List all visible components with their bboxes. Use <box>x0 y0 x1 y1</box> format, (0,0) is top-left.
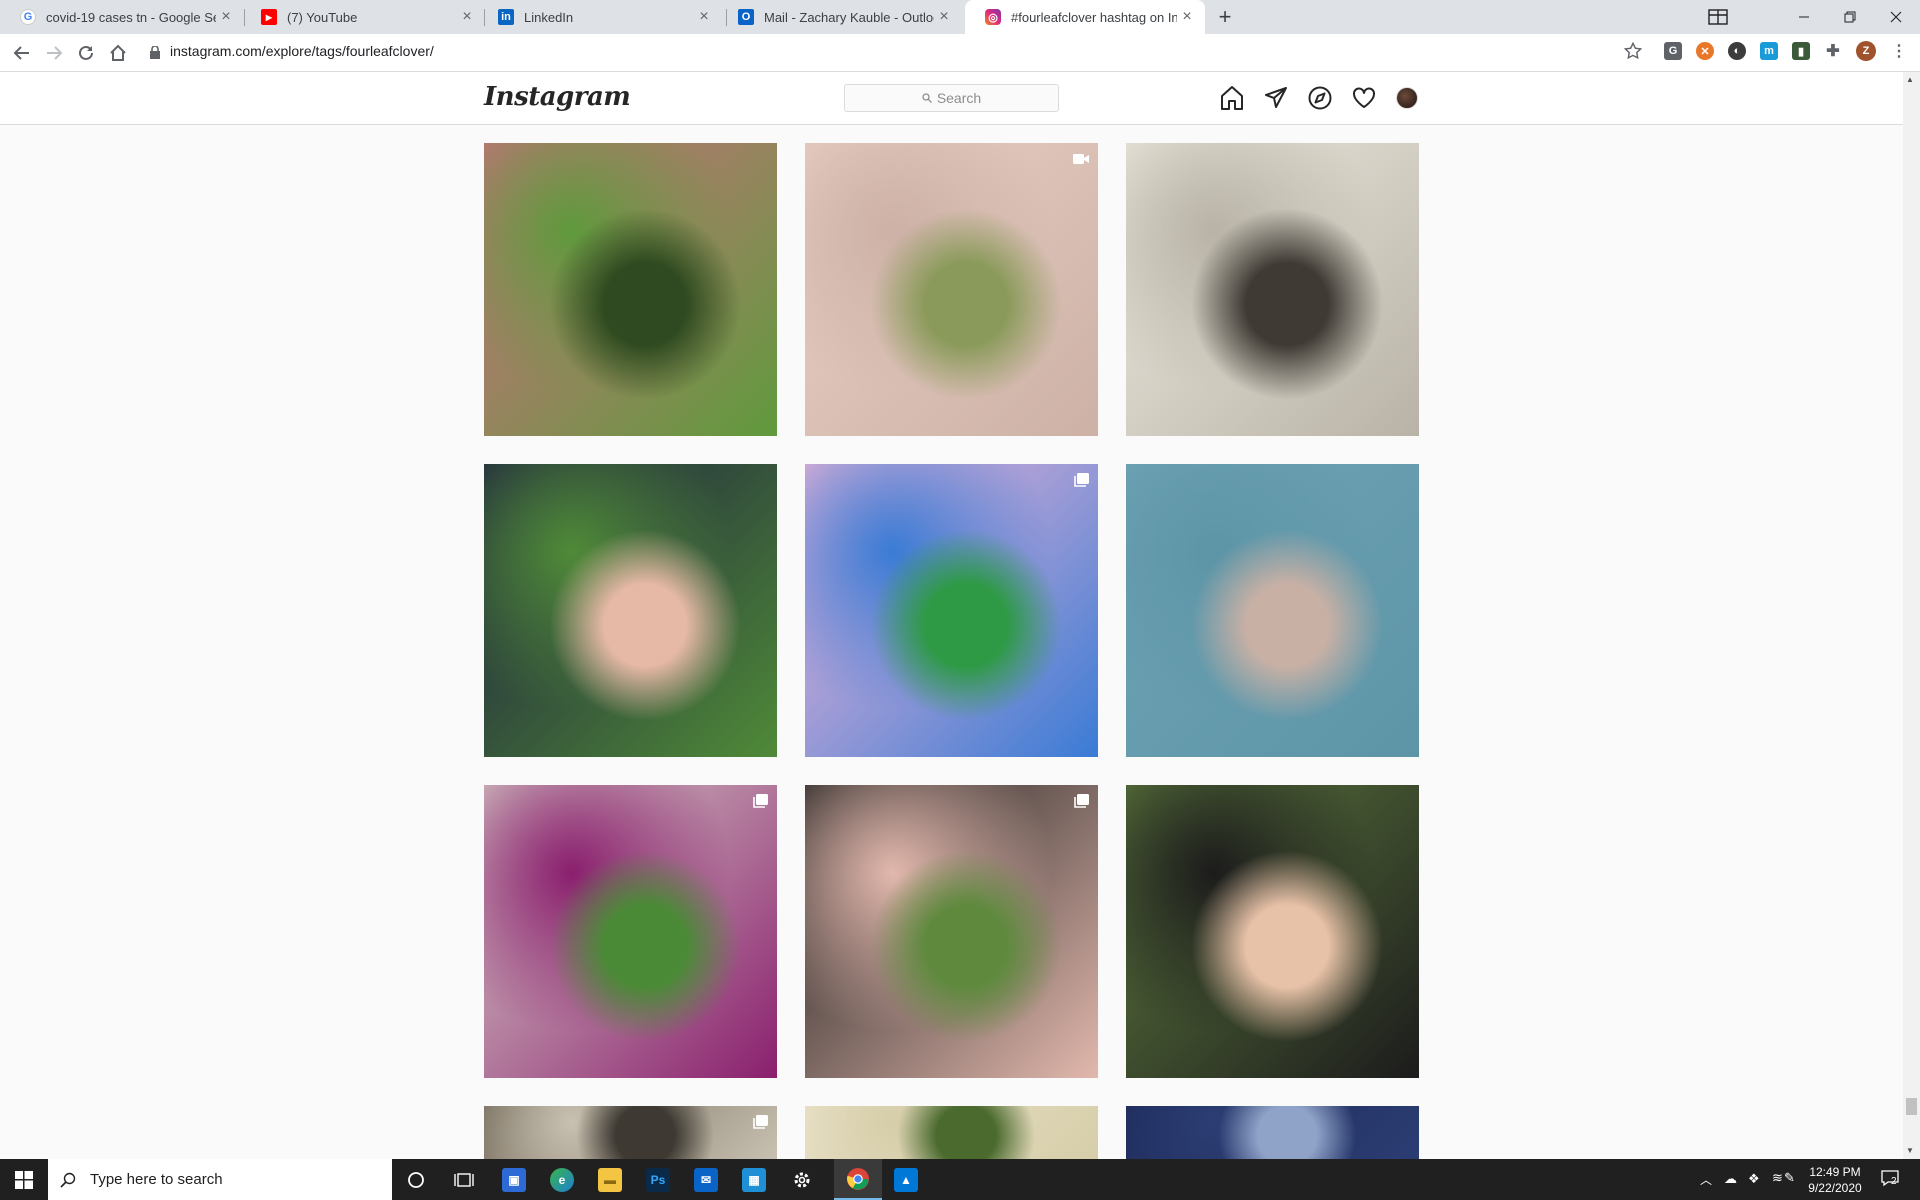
photoshop-app-icon[interactable]: Ps <box>634 1159 682 1200</box>
scrollbar-thumb[interactable] <box>1906 1098 1917 1115</box>
start-button[interactable] <box>0 1159 48 1200</box>
windows-logo-icon <box>15 1170 33 1189</box>
search-icon <box>922 93 932 103</box>
forward-arrow-icon <box>47 46 63 60</box>
forward-button[interactable] <box>40 39 68 67</box>
store-app-icon[interactable]: ▣ <box>490 1159 538 1200</box>
extension-circle-icon[interactable]: ◐ <box>1728 42 1746 60</box>
home-icon[interactable] <box>1219 85 1245 111</box>
outlook-icon: O <box>738 9 754 25</box>
tab-search-icon[interactable] <box>1695 0 1741 34</box>
post-thumbnail[interactable] <box>484 143 777 436</box>
search-icon <box>60 1172 76 1188</box>
settings-gear-icon[interactable] <box>778 1159 826 1200</box>
post-thumbnail[interactable] <box>805 464 1098 757</box>
dropbox-icon[interactable]: ❖ <box>1748 1171 1760 1187</box>
edge-app-icon[interactable]: e <box>538 1159 586 1200</box>
scroll-up-arrow-icon[interactable]: ▲ <box>1906 75 1914 84</box>
profile-avatar[interactable] <box>1396 87 1418 109</box>
new-tab-button[interactable]: + <box>1212 4 1238 30</box>
google-icon: G <box>20 9 36 25</box>
task-view-button[interactable] <box>440 1159 488 1200</box>
reload-button[interactable] <box>72 39 100 67</box>
tab-google-search[interactable]: G covid-19 cases tn - Google Search × <box>0 0 244 34</box>
search-placeholder: Search <box>936 90 982 106</box>
calculator-app-icon[interactable]: ▦ <box>730 1159 778 1200</box>
address-bar[interactable]: instagram.com/explore/tags/fourleafclove… <box>170 43 434 59</box>
post-thumbnail[interactable] <box>805 785 1098 1078</box>
close-tab-icon[interactable]: × <box>1177 8 1197 26</box>
extension-g-icon[interactable]: G <box>1664 42 1682 60</box>
taskbar-clock[interactable]: 12:49 PM 9/22/2020 <box>1800 1164 1870 1196</box>
onedrive-cloud-icon[interactable]: ☁ <box>1724 1171 1737 1187</box>
clock-time: 12:49 PM <box>1809 1165 1861 1179</box>
tab-outlook[interactable]: O Mail - Zachary Kauble - Outlook × <box>718 0 962 34</box>
chrome-menu-icon[interactable]: ⋮ <box>1890 42 1908 60</box>
bookmark-star-icon[interactable] <box>1623 41 1643 65</box>
youtube-icon: ▶ <box>261 9 277 25</box>
tab-youtube[interactable]: ▶ (7) YouTube × <box>241 0 485 34</box>
file-explorer-icon[interactable]: ▬ <box>586 1159 634 1200</box>
mail-app-icon[interactable]: ✉ <box>682 1159 730 1200</box>
back-arrow-icon <box>13 46 29 60</box>
close-tab-icon[interactable]: × <box>457 8 477 26</box>
post-thumbnail[interactable] <box>1126 1106 1419 1159</box>
carousel-badge-icon <box>1074 794 1089 808</box>
reload-icon <box>79 45 93 60</box>
pen-workspace-icon[interactable]: ✎ <box>1784 1170 1795 1186</box>
instagram-logo[interactable]: Instagram <box>484 82 631 112</box>
search-input[interactable]: Search <box>844 84 1059 112</box>
extension-orange-icon[interactable]: ✕ <box>1696 42 1714 60</box>
video-badge-icon <box>1073 154 1089 164</box>
taskbar-search-box[interactable]: Type here to search <box>48 1159 392 1200</box>
tray-chevron-up-icon[interactable]: ︿ <box>1700 1171 1712 1188</box>
taskbar-search-placeholder: Type here to search <box>90 1171 223 1188</box>
wifi-icon[interactable]: ≋ <box>1772 1170 1783 1186</box>
tab-instagram[interactable]: ◎ #fourleafclover hashtag on Instagram × <box>965 0 1205 34</box>
minimize-button[interactable] <box>1781 0 1827 34</box>
post-thumbnail[interactable] <box>805 1106 1098 1159</box>
instagram-header: Instagram Search <box>0 72 1903 125</box>
back-button[interactable] <box>8 39 36 67</box>
scroll-down-arrow-icon[interactable]: ▼ <box>1906 1146 1914 1155</box>
carousel-badge-icon <box>753 794 768 808</box>
linkedin-icon: in <box>498 9 514 25</box>
home-button[interactable] <box>104 39 132 67</box>
notification-count: 2 <box>1891 1176 1897 1187</box>
profile-avatar[interactable]: Z <box>1856 41 1876 61</box>
restore-button[interactable] <box>1827 0 1873 34</box>
post-thumbnail[interactable] <box>805 143 1098 436</box>
close-tab-icon[interactable]: × <box>216 8 236 26</box>
windows-taskbar: Type here to search ▣ e ▬ Ps ✉ ▦ ▲ ︿ ☁ ❖… <box>0 1159 1920 1200</box>
post-thumbnail[interactable] <box>1126 143 1419 436</box>
post-thumbnail[interactable] <box>484 464 777 757</box>
extension-blue-icon[interactable]: m <box>1760 42 1778 60</box>
post-thumbnail[interactable] <box>1126 464 1419 757</box>
carousel-badge-icon <box>753 1115 768 1129</box>
post-thumbnail[interactable] <box>484 1106 777 1159</box>
instagram-icon: ◎ <box>985 9 1001 25</box>
carousel-badge-icon <box>1074 473 1089 487</box>
direct-messages-icon[interactable] <box>1263 85 1289 111</box>
photos-app-icon[interactable]: ▲ <box>882 1159 930 1200</box>
extension-green-icon[interactable]: ▮ <box>1792 42 1810 60</box>
tab-linkedin[interactable]: in LinkedIn × <box>478 0 722 34</box>
chrome-app-icon[interactable] <box>834 1159 882 1200</box>
cortana-button[interactable] <box>392 1159 440 1200</box>
extensions-puzzle-icon[interactable]: ✚ <box>1824 42 1842 60</box>
close-window-button[interactable] <box>1873 0 1919 34</box>
close-tab-icon[interactable]: × <box>694 8 714 26</box>
close-tab-icon[interactable]: × <box>934 8 954 26</box>
lock-icon <box>150 45 160 64</box>
notification-center-icon[interactable]: 2 <box>1880 1169 1902 1189</box>
home-icon <box>110 44 126 61</box>
browser-tab-strip: G covid-19 cases tn - Google Search × ▶ … <box>0 0 1920 34</box>
post-thumbnail[interactable] <box>484 785 777 1078</box>
clock-date: 9/22/2020 <box>1808 1181 1862 1195</box>
activity-heart-icon[interactable] <box>1351 85 1377 111</box>
post-thumbnail[interactable] <box>1126 785 1419 1078</box>
explore-compass-icon[interactable] <box>1307 85 1333 111</box>
page-scrollbar[interactable] <box>1903 72 1920 1159</box>
